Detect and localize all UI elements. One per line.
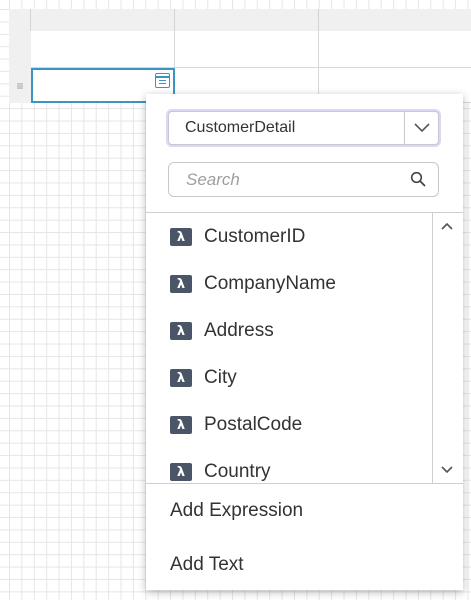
- field-list: λ CustomerID λ CompanyName λ Address λ C…: [146, 213, 431, 483]
- column-header[interactable]: [31, 9, 175, 31]
- search-icon[interactable]: [410, 171, 426, 187]
- add-text-button[interactable]: Add Text: [170, 550, 244, 580]
- field-item-customerid[interactable]: λ CustomerID: [170, 223, 305, 251]
- column-header-row: [9, 9, 471, 32]
- lambda-icon: λ: [170, 322, 192, 340]
- lambda-icon: λ: [170, 369, 192, 387]
- field-item-country[interactable]: λ Country: [170, 458, 271, 483]
- field-item-companyname[interactable]: λ CompanyName: [170, 270, 336, 298]
- chevron-down-icon: [413, 123, 430, 133]
- lambda-icon: λ: [170, 463, 192, 481]
- expression-icon[interactable]: [155, 73, 170, 88]
- column-header[interactable]: [319, 9, 471, 31]
- chevron-up-icon: [441, 222, 453, 230]
- scroll-up-button[interactable]: [432, 213, 462, 239]
- chevron-down-icon: [441, 466, 453, 474]
- data-source-value: CustomerDetail: [185, 119, 296, 136]
- scroll-track[interactable]: [432, 213, 462, 483]
- field-item-address[interactable]: λ Address: [170, 317, 274, 345]
- scrollbar[interactable]: [431, 213, 463, 483]
- table-cell[interactable]: [175, 31, 319, 68]
- dropdown-button[interactable]: [404, 112, 438, 144]
- field-item-city[interactable]: λ City: [170, 364, 237, 392]
- lambda-icon: λ: [170, 228, 192, 246]
- table-cell[interactable]: [319, 31, 471, 68]
- search-input[interactable]: [170, 164, 411, 195]
- search-box[interactable]: [168, 162, 439, 197]
- data-source-select[interactable]: CustomerDetail: [168, 111, 439, 145]
- lambda-icon: λ: [170, 275, 192, 293]
- field-chooser-popup: CustomerDetail λ CustomerID λ CompanyNam…: [146, 94, 463, 590]
- lambda-icon: λ: [170, 416, 192, 434]
- field-label: City: [204, 367, 237, 388]
- field-label: Address: [204, 320, 274, 341]
- field-list-area: λ CustomerID λ CompanyName λ Address λ C…: [146, 212, 463, 484]
- row-handle-icon[interactable]: ≡: [9, 68, 31, 103]
- table-cell[interactable]: [31, 31, 175, 68]
- field-label: Country: [204, 461, 271, 482]
- add-expression-button[interactable]: Add Expression: [170, 496, 303, 526]
- field-label: CustomerID: [204, 226, 306, 247]
- field-label: CompanyName: [204, 273, 336, 294]
- scroll-down-button[interactable]: [432, 457, 462, 483]
- field-label: PostalCode: [204, 414, 303, 435]
- field-item-postalcode[interactable]: λ PostalCode: [170, 411, 302, 439]
- column-header[interactable]: [175, 9, 319, 31]
- corner-header: [9, 9, 31, 31]
- table-area: [31, 31, 471, 103]
